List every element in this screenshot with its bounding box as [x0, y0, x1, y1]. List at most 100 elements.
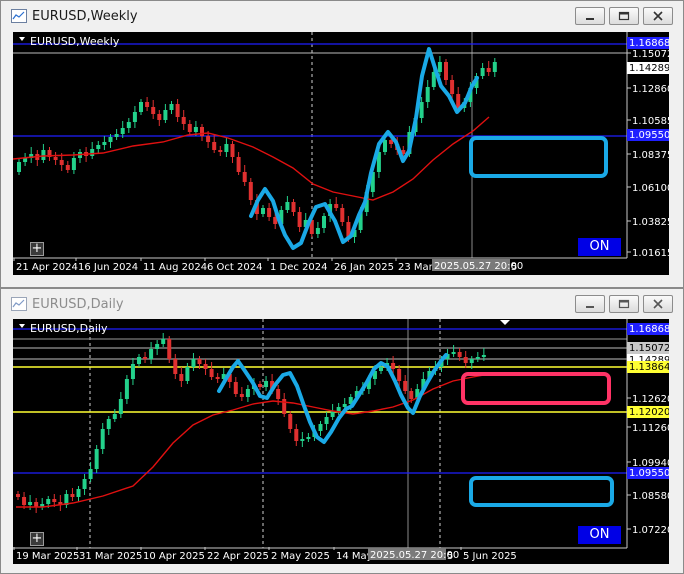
candle-body: [34, 502, 39, 507]
weekly-title-bar[interactable]: EURUSD,Weekly: [1, 1, 683, 31]
candle-body: [124, 379, 129, 399]
time-tick-label: 1 Dec 2024: [270, 262, 328, 273]
candle-body: [179, 374, 184, 381]
candle-body: [425, 87, 430, 102]
daily-chart-label: EURUSD,Daily: [30, 322, 108, 335]
shift-marker-icon[interactable]: [500, 320, 510, 325]
candle-body: [100, 429, 105, 449]
candle-body: [403, 381, 408, 391]
yellow-price-label: 1.13864: [629, 362, 669, 373]
weekly-chart-area[interactable]: EURUSD,Weekly 1.15072 1.14289 1.12860 1.105…: [13, 32, 669, 275]
candle-body: [126, 122, 131, 128]
chart-menu-arrow-icon[interactable]: [19, 324, 25, 328]
candle-body: [65, 165, 70, 170]
price-tick-label: 1.10585: [632, 116, 669, 127]
candle-body: [88, 469, 93, 479]
close-button[interactable]: [643, 7, 673, 25]
candle-body: [155, 344, 160, 349]
price-tick-label: 1.12620: [632, 394, 669, 405]
candle-body: [169, 104, 174, 110]
maximize-icon: [618, 299, 630, 309]
candle-body: [318, 424, 323, 431]
candle-body: [102, 142, 107, 145]
add-indicator-button[interactable]: +: [30, 242, 44, 256]
candle-body: [245, 389, 250, 397]
date-label-tail: 5: [447, 551, 453, 562]
price-scale[interactable]: 1.152401.142891.126201.112601.099401.085…: [627, 324, 669, 536]
candle-body: [294, 429, 299, 441]
candle-body: [258, 384, 262, 387]
candle-body: [143, 357, 148, 359]
candle-body: [297, 212, 302, 227]
drawn-wave-path[interactable]: [249, 47, 479, 250]
support-price-label: 1.09550: [629, 468, 669, 479]
candle-body: [187, 124, 192, 132]
candle-body: [193, 127, 198, 132]
candle-body: [480, 68, 485, 76]
candle-body: [167, 339, 172, 359]
chart-menu-arrow-icon[interactable]: [19, 37, 25, 41]
candle-body: [137, 357, 141, 364]
date-label-tail: 5: [511, 262, 517, 273]
on-toggle-button[interactable]: ON: [578, 238, 621, 256]
yellow-price-label: 1.12020: [629, 407, 669, 418]
candle-body: [291, 202, 296, 212]
candle-body: [437, 62, 442, 72]
daily-price-chart[interactable]: EURUSD,Daily 1.152401.142891.126201.1126…: [13, 319, 669, 564]
candle-body: [145, 102, 150, 107]
candle-body: [130, 364, 135, 379]
candle-body: [451, 352, 456, 354]
crosshair-time-label: 2025.05.27 20:00: [434, 261, 523, 272]
price-tick-label: 1.01615: [632, 248, 669, 259]
candle-body: [391, 363, 396, 369]
maximize-icon: [618, 11, 630, 21]
candle-body: [52, 499, 57, 502]
resistance-price-label: 1.16868: [629, 324, 669, 335]
candle-body: [248, 182, 253, 200]
candle-body: [112, 414, 117, 419]
close-icon: [653, 11, 663, 21]
price-tick-label: 1.15072: [632, 49, 669, 60]
candle-body: [261, 208, 265, 214]
target-zone-box[interactable]: [469, 476, 614, 507]
candle-body: [342, 404, 347, 407]
minimize-button[interactable]: [575, 7, 605, 25]
daily-title-bar[interactable]: EURUSD,Daily: [1, 289, 683, 319]
chart-window-icon: [11, 297, 27, 311]
candle-body: [22, 497, 27, 505]
time-scale[interactable]: 21 Apr 2024 16 Jun 2024 11 Aug 2024 6 Oct 2…: [13, 258, 434, 273]
daily-chart-area[interactable]: EURUSD,Daily 1.152401.142891.126201.1126…: [13, 319, 669, 564]
time-tick-label: 19 Mar 2025: [16, 551, 79, 562]
close-button[interactable]: [643, 295, 673, 313]
candle-body: [444, 62, 448, 80]
candle-body: [120, 128, 125, 134]
price-scale[interactable]: 1.15072 1.14289 1.12860 1.10585 1.08375 1.061…: [627, 49, 669, 259]
candle-body: [379, 367, 383, 371]
candle-body: [336, 407, 341, 411]
candle-body: [236, 157, 241, 172]
candle-body: [239, 394, 244, 397]
candle-body: [475, 357, 480, 359]
target-zone-box[interactable]: [469, 136, 608, 178]
price-tick-label: 1.11260: [632, 423, 669, 434]
daily-chart-window[interactable]: EURUSD,Daily EURUSD,Daily 1.14289 1.1262…: [0, 288, 684, 574]
add-indicator-button[interactable]: +: [30, 532, 44, 546]
weekly-window-title: EURUSD,Weekly: [32, 9, 138, 24]
time-tick-label: 2 May 2025: [271, 551, 330, 562]
weekly-chart-window[interactable]: EURUSD,Weekly EURUSD,Weekly 1.15072 1.142…: [0, 0, 684, 288]
resistance-zone-box[interactable]: [461, 372, 611, 405]
weekly-price-chart[interactable]: EURUSD,Weekly 1.15072 1.14289 1.12860 1.105…: [13, 32, 669, 275]
maximize-button[interactable]: [609, 7, 639, 25]
candle-body: [161, 339, 166, 344]
candle-body: [324, 417, 329, 424]
price-tick-label: 1.07220: [632, 525, 669, 536]
minimize-button[interactable]: [575, 295, 605, 313]
time-tick-label: 22 Apr 2025: [207, 551, 269, 562]
price-tick-label: 1.03825: [632, 217, 669, 228]
maximize-button[interactable]: [609, 295, 639, 313]
weekly-chart-label: EURUSD,Weekly: [30, 35, 120, 48]
candle-body: [53, 157, 58, 160]
candle-body: [288, 414, 293, 429]
price-tick-label: 1.08375: [632, 150, 669, 161]
on-toggle-button[interactable]: ON: [578, 526, 621, 544]
